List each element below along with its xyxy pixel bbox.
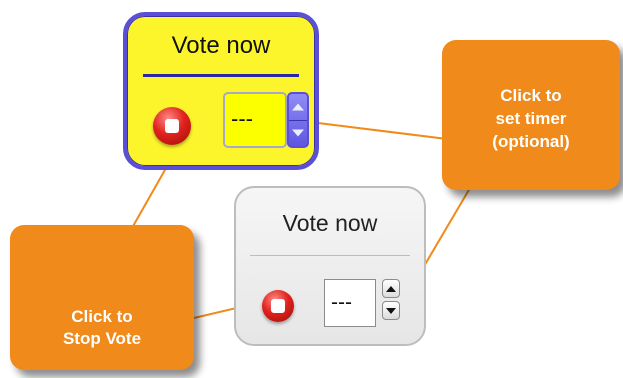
- spinner-down-button[interactable]: [382, 301, 400, 320]
- stop-vote-button[interactable]: [153, 107, 191, 145]
- vote-widget-title: Vote now: [282, 210, 378, 236]
- stop-icon: [165, 119, 179, 133]
- vote-widget-default: Vote now ---: [234, 186, 426, 346]
- callout-set-timer: Click to set timer (optional): [442, 40, 620, 190]
- spinner-down-button[interactable]: [289, 120, 307, 146]
- divider: [250, 255, 410, 256]
- stop-vote-button[interactable]: [262, 290, 294, 322]
- chevron-up-icon: [386, 285, 396, 292]
- callout-set-timer-text: Click to set timer (optional): [492, 85, 570, 151]
- chevron-down-icon: [386, 307, 396, 314]
- chevron-down-icon: [292, 129, 304, 137]
- vote-widget-title: Vote now: [171, 32, 271, 59]
- chevron-up-icon: [292, 103, 304, 111]
- divider: [143, 74, 299, 77]
- stop-icon: [271, 299, 285, 313]
- vote-widget-active: Vote now ---: [123, 12, 319, 170]
- spinner-up-button[interactable]: [382, 279, 400, 298]
- timer-spinner[interactable]: [382, 279, 402, 321]
- connector-timer-yellow: [317, 122, 456, 141]
- spinner-up-button[interactable]: [289, 94, 307, 121]
- timer-spinner[interactable]: [287, 92, 309, 148]
- callout-stop-vote: Click to Stop Vote: [10, 225, 194, 370]
- timer-input[interactable]: ---: [223, 92, 287, 148]
- callout-stop-vote-text: Click to Stop Vote: [62, 306, 142, 348]
- timer-input[interactable]: ---: [324, 279, 376, 327]
